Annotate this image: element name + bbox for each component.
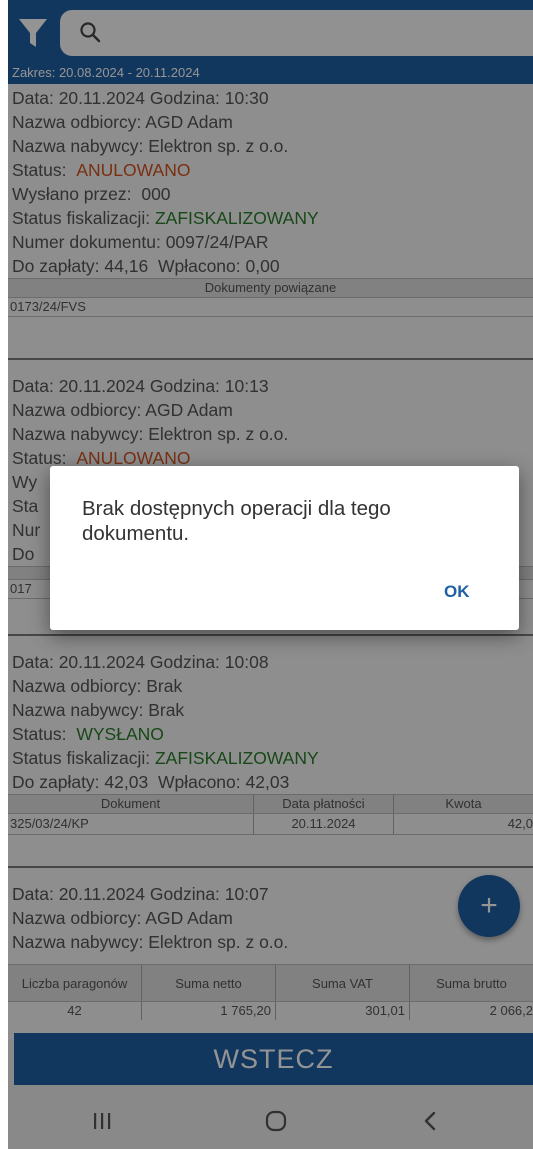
ok-button[interactable]: OK [436,578,478,606]
alert-dialog: Brak dostępnych operacji dla tego dokume… [50,466,519,630]
app-frame: Zakres: 20.08.2024 - 20.11.2024 Data: 20… [8,0,533,1149]
dialog-message: Brak dostępnych operacji dla tego dokume… [82,497,391,545]
